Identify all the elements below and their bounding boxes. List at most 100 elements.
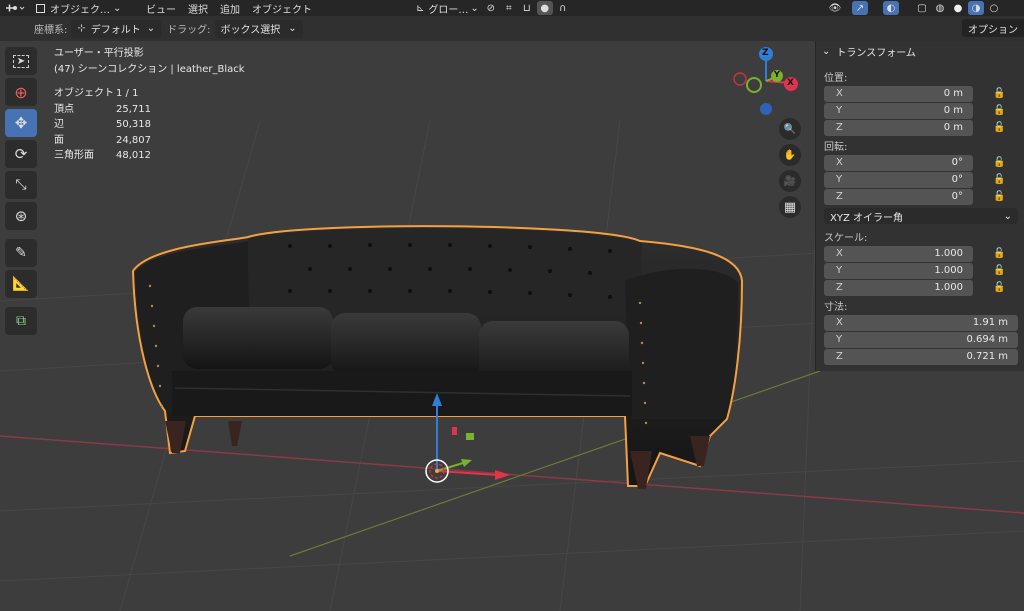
lock-icon[interactable]: 🔓	[993, 88, 1007, 99]
rotate-tool[interactable]: ⟳	[5, 140, 37, 168]
coord-system-dropdown[interactable]: ⊹ デフォルト ⌄	[71, 19, 162, 38]
seat-cushion-left	[183, 307, 333, 369]
options-label: オプション	[968, 24, 1018, 36]
overlay-toggle[interactable]: ◐	[883, 1, 899, 15]
scale-y-field[interactable]: Y 1.000	[824, 262, 973, 279]
crosshair-icon: ⊕	[14, 82, 28, 102]
object-mode-label: オブジェク…	[50, 4, 110, 16]
location-x-field[interactable]: X0 m	[824, 85, 973, 102]
overlay-icon: ◐	[886, 2, 896, 14]
menu-object[interactable]: オブジェクト	[248, 0, 316, 16]
lock-icon[interactable]: 🔓	[993, 122, 1007, 133]
rotation-y-field[interactable]: Y 0°	[824, 171, 973, 188]
transform-orientation-dropdown[interactable]: ⊾ グロー… ⌄	[413, 0, 482, 16]
snap-toggle[interactable]: ⌗	[501, 1, 517, 15]
visibility-dropdown[interactable]: 👁	[827, 1, 843, 15]
shading-solid[interactable]: ●	[950, 1, 966, 15]
stat-objects: オブジェクト 1 / 1	[54, 88, 139, 99]
chevron-down-icon: ⌄	[146, 23, 156, 34]
falloff-dropdown[interactable]: ∩	[555, 1, 571, 15]
chevron-down-icon: ⌄	[470, 2, 479, 14]
top-menu-bar: オブジェク… ⌄ ビュー 選択 追加 オブジェクト ⊾ グロー… ⌄ ⊘ ⌗ ⊔…	[0, 0, 1024, 16]
location-label: 位置:	[824, 72, 848, 84]
scale-z-field[interactable]: Z 1.000	[824, 279, 973, 296]
transform-panel: ⌄ トランスフォーム 位置: X0 m 🔓 Y0 m 🔓 Z0 m 🔓 回転: X 0°…	[815, 41, 1024, 371]
object-mode-dropdown[interactable]: オブジェク… ⌄	[32, 0, 136, 16]
editor-type-icon	[6, 4, 25, 12]
snap-target-dropdown[interactable]: ⊔	[519, 1, 535, 15]
transform-tool[interactable]: ⊛	[5, 202, 37, 230]
material-sphere-icon: ◑	[971, 2, 981, 14]
editor-type-button[interactable]	[0, 0, 32, 16]
zoom-icon: 🔍	[783, 123, 797, 135]
camera-view-button[interactable]: 🎥	[779, 170, 801, 192]
location-y-field[interactable]: Y0 m	[824, 102, 973, 119]
shading-material[interactable]: ◑	[968, 1, 984, 15]
xray-toggle[interactable]: ▢	[914, 1, 930, 15]
scale-x-field[interactable]: X 1.000	[824, 245, 973, 262]
pivot-point-button[interactable]: ⊘	[483, 1, 499, 15]
measure-tool[interactable]: 📐	[5, 270, 37, 298]
toggle-ortho-button[interactable]: ▦	[779, 196, 801, 218]
stat-vertices: 頂点 25,711	[54, 103, 151, 115]
x-axis-line	[0, 435, 1024, 514]
lock-icon[interactable]: 🔓	[993, 174, 1007, 185]
gizmo-x-label: X	[787, 78, 794, 88]
gizmo-icon: ↗	[855, 2, 865, 14]
location-z-field[interactable]: Z0 m	[824, 119, 973, 136]
menu-view[interactable]: ビュー	[142, 0, 180, 16]
ruler-icon: 📐	[12, 276, 30, 292]
rotation-z-field[interactable]: Z 0°	[824, 188, 973, 205]
proportional-edit-toggle[interactable]: ●	[536, 1, 553, 15]
drag-label: ドラッグ:	[167, 25, 211, 36]
lock-icon[interactable]: 🔓	[993, 105, 1007, 116]
shading-wireframe[interactable]: ◍	[932, 1, 948, 15]
scale-tool[interactable]: ⤡	[5, 171, 37, 199]
menu-add[interactable]: 追加	[216, 0, 244, 16]
orientation-icon: ⊾	[416, 2, 425, 14]
dimension-z-field[interactable]: Z 0.721 m	[824, 348, 1018, 365]
orientation-label: グロー…	[428, 4, 469, 16]
tool-shelf: ➤ ⊕ ✥ ⟳ ⤡ ⊛ ✎ 📐 ⧉	[5, 47, 39, 338]
rotation-mode-dropdown[interactable]: XYZ オイラー角 ⌄	[824, 208, 1018, 224]
move-tool[interactable]: ✥	[5, 109, 37, 137]
lock-icon[interactable]: 🔓	[993, 157, 1007, 168]
rotate-icon: ⟳	[14, 145, 28, 163]
lock-icon[interactable]: 🔓	[993, 282, 1007, 293]
gizmo-toggle[interactable]: ↗	[852, 1, 868, 15]
stat-faces: 面 24,807	[54, 134, 151, 146]
gizmo-z-label: Z	[762, 48, 769, 58]
menu-select[interactable]: 選択	[184, 0, 212, 16]
options-button[interactable]: オプション	[962, 19, 1024, 37]
lock-icon[interactable]: 🔓	[993, 265, 1007, 276]
lock-icon[interactable]: 🔓	[993, 191, 1007, 202]
collection-name: (47) シーンコレクション | leather_Black	[54, 63, 245, 75]
dimension-x-field[interactable]: X 1.91 m	[824, 314, 1018, 331]
pan-button[interactable]: ✋	[779, 144, 801, 166]
rendered-sphere-icon: ○	[989, 2, 999, 14]
stat-edges: 辺 50,318	[54, 119, 151, 130]
cursor-arrow-icon: ➤	[12, 54, 30, 68]
grid-icon: ▦	[783, 199, 797, 215]
dimensions-label: 寸法:	[824, 301, 848, 313]
add-cube-tool[interactable]: ⧉	[5, 307, 37, 335]
proportional-edit-icon: ●	[540, 2, 550, 14]
select-box-tool[interactable]: ➤	[5, 47, 37, 75]
rotation-x-field[interactable]: X 0°	[824, 154, 973, 171]
camera-icon: 🎥	[783, 175, 797, 187]
seat-cushion-middle	[331, 313, 481, 377]
annotate-tool[interactable]: ✎	[5, 239, 37, 267]
zoom-button[interactable]: 🔍	[779, 118, 801, 140]
add-cube-icon: ⧉	[16, 313, 26, 329]
drag-dropdown[interactable]: ボックス選択 ⌄	[214, 19, 303, 38]
rotation-label: 回転:	[824, 141, 848, 153]
drag-value: ボックス選択	[220, 25, 281, 36]
sofa-base	[172, 371, 632, 416]
transform-header[interactable]: ⌄ トランスフォーム	[816, 41, 1024, 61]
cursor-tool[interactable]: ⊕	[5, 78, 37, 106]
lock-icon[interactable]: 🔓	[993, 248, 1007, 259]
dimension-y-field[interactable]: Y 0.694 m	[824, 331, 1018, 348]
falloff-icon: ∩	[559, 2, 567, 14]
wireframe-sphere-icon: ◍	[935, 2, 945, 14]
shading-rendered[interactable]: ○	[986, 1, 1002, 15]
